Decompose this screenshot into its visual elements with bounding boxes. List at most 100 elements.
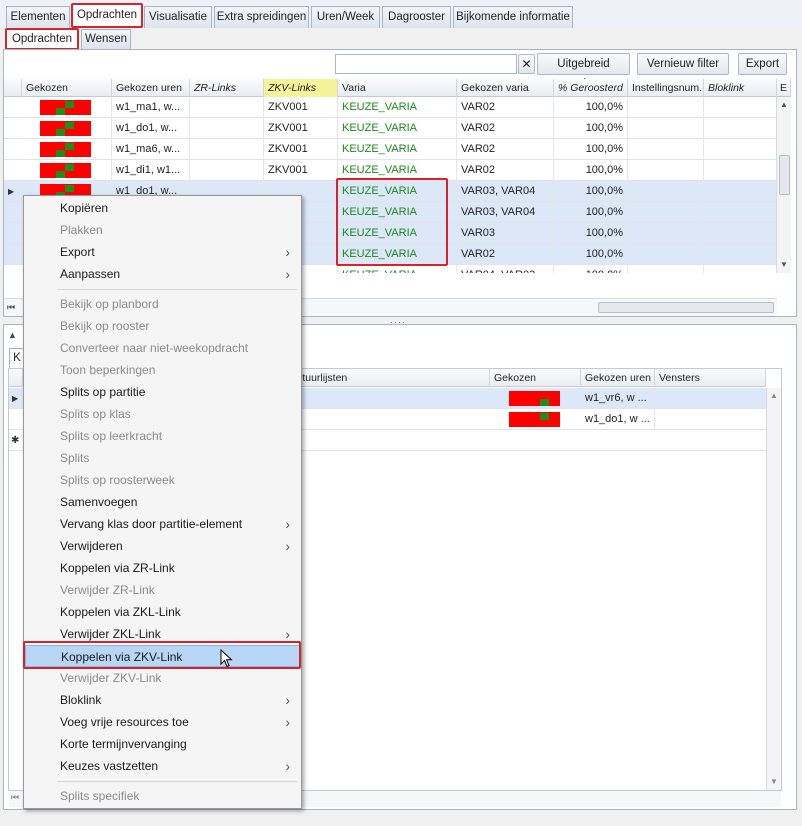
search-input[interactable] xyxy=(335,54,517,74)
menu-item-koppelen-via-zr-link[interactable]: Koppelen via ZR-Link xyxy=(25,557,300,579)
menu-item-splits[interactable]: Splits xyxy=(25,447,300,469)
menu-item-kopiëren[interactable]: Kopiëren xyxy=(25,197,300,219)
tab-visualisatie[interactable]: Visualisatie xyxy=(144,6,212,28)
refresh-filter-button[interactable]: Vernieuw filter xyxy=(637,53,729,75)
menu-item-splits-specifiek[interactable]: Splits specifiek xyxy=(25,785,300,807)
tab-extra-spreidingen[interactable]: Extra spreidingen xyxy=(214,6,309,28)
new-row-asterisk-icon: ✱ xyxy=(11,435,20,446)
menu-item-samenvoegen[interactable]: Samenvoegen xyxy=(25,491,300,513)
cell-bloklink xyxy=(704,244,777,265)
cell-gekozen-uren: w1_do1, w... xyxy=(112,118,190,139)
menu-item-keuzes-vastzetten[interactable]: Keuzes vastzetten › xyxy=(25,755,300,777)
submenu-arrow-icon: › xyxy=(285,266,290,282)
swatch-green-cell xyxy=(65,101,74,108)
cell-zr-links xyxy=(190,160,264,181)
menu-item-bekijk-op-planbord[interactable]: Bekijk op planbord xyxy=(25,293,300,315)
mouse-cursor-icon xyxy=(220,649,233,668)
submenu-arrow-icon: › xyxy=(285,714,290,730)
scroll-thumb[interactable] xyxy=(779,155,790,195)
menu-item-verwijder-zkv-link[interactable]: Verwijder ZKV-Link xyxy=(25,667,300,689)
col-varia[interactable]: Varia xyxy=(338,79,457,97)
col-vensters[interactable]: Vensters xyxy=(655,369,766,387)
menu-item-verwijder-zr-link[interactable]: Verwijder ZR-Link xyxy=(25,579,300,601)
top-grid-vscrollbar[interactable]: ▲ ▼ xyxy=(776,97,791,273)
menu-item-plakken[interactable]: Plakken xyxy=(25,219,300,241)
menu-item-label: Splits op klas xyxy=(60,407,131,421)
tab-uren-week[interactable]: Uren/Week xyxy=(311,6,380,28)
menu-item-label: Verwijder ZR-Link xyxy=(60,583,155,597)
bottom-first-record-icon[interactable]: ⏮ xyxy=(11,792,19,803)
col-bottom-gekozen-uren[interactable]: Gekozen uren xyxy=(581,369,655,387)
bottom-scroll-up-icon[interactable]: ▲ xyxy=(770,391,778,400)
cell-percent: 100,0% xyxy=(554,160,628,181)
menu-item-label: Samenvoegen xyxy=(60,495,138,509)
menu-item-label: Verwijder ZKL-Link xyxy=(60,627,161,641)
menu-item-label: Keuzes vastzetten xyxy=(60,759,159,773)
menu-item-splits-op-leerkracht[interactable]: Splits op leerkracht xyxy=(25,425,300,447)
cell-zr-links xyxy=(190,139,264,160)
menu-item-toon-beperkingen[interactable]: Toon beperkingen xyxy=(25,359,300,381)
menu-item-korte-termijnvervanging[interactable]: Korte termijnvervanging xyxy=(25,733,300,755)
menu-item-verwijder-zkl-link[interactable]: Verwijder ZKL-Link › xyxy=(25,623,300,645)
first-record-icon[interactable]: ⏮ xyxy=(7,302,15,313)
col-zkv-links[interactable]: ZKV-Links xyxy=(264,79,338,97)
cell-percent: 100,0% xyxy=(554,97,628,118)
menu-item-bekijk-op-rooster[interactable]: Bekijk op rooster xyxy=(25,315,300,337)
menu-item-export[interactable]: Export › xyxy=(25,241,300,263)
cell-gekozen-uren: w1_di1, w1... xyxy=(112,160,190,181)
menu-separator xyxy=(57,781,297,782)
menu-item-verwijderen[interactable]: Verwijderen › xyxy=(25,535,300,557)
cell-zkv-links: ZKV001 xyxy=(264,97,338,118)
table-row[interactable]: w1_do1, w... ZKV001 KEUZE_VARIA VAR02 100,0% xyxy=(4,118,777,139)
scroll-up-icon[interactable]: ▲ xyxy=(780,100,788,109)
context-menu: Kopiëren Plakken Export › Aanpassen › Bekijk o… xyxy=(23,195,302,809)
cell-zkv-links: ZKV001 xyxy=(264,139,338,160)
menu-item-splits-op-partitie[interactable]: Splits op partitie xyxy=(25,381,300,403)
menu-item-koppelen-via-zkv-link[interactable]: Koppelen via ZKV-Link xyxy=(25,645,300,667)
tab-dagrooster[interactable]: Dagrooster xyxy=(382,6,451,28)
collapse-chevron-icon[interactable]: ▲ xyxy=(8,330,17,340)
cell-gekozen-uren: w1_ma6, w... xyxy=(112,139,190,160)
col-percent-geroosterd[interactable]: % Geroosterd xyxy=(554,79,628,97)
menu-item-vervang-klas-door-partitie-element[interactable]: Vervang klas door partitie-element › xyxy=(25,513,300,535)
col-gekozen[interactable]: Gekozen xyxy=(22,79,112,97)
col-gekozen-varia[interactable]: Gekozen varia xyxy=(457,79,554,97)
table-row[interactable]: w1_ma6, w... ZKV001 KEUZE_VARIA VAR02 100,0% xyxy=(4,139,777,160)
col-bloklink[interactable]: Bloklink xyxy=(704,79,777,97)
scroll-down-icon[interactable]: ▼ xyxy=(780,260,788,269)
col-gekozen-uren[interactable]: Gekozen uren xyxy=(112,79,190,97)
table-row[interactable]: w1_ma1, w... ZKV001 KEUZE_VARIA VAR02 100,0% xyxy=(4,97,777,118)
advanced-search-button[interactable]: Uitgebreid zoeken xyxy=(537,53,630,90)
col-e[interactable]: E xyxy=(777,79,791,97)
menu-item-label: Splits specifiek xyxy=(60,789,140,803)
swatch-green-cell xyxy=(540,399,549,406)
col-zr-links[interactable]: ZR-Links xyxy=(190,79,264,97)
tab-opdrachten[interactable]: Opdrachten xyxy=(72,4,142,28)
cell-varia: KEUZE_VARIA xyxy=(338,160,457,181)
subtab-wensen[interactable]: Wensen xyxy=(81,29,131,49)
submenu-arrow-icon: › xyxy=(285,538,290,554)
menu-item-splits-op-klas[interactable]: Splits op klas xyxy=(25,403,300,425)
table-row[interactable]: w1_di1, w1... ZKV001 KEUZE_VARIA VAR02 100,0… xyxy=(4,160,777,181)
hscroll-thumb[interactable] xyxy=(598,302,774,313)
subtab-opdrachten[interactable]: Opdrachten xyxy=(6,29,78,49)
swatch-green-cell xyxy=(65,185,74,192)
menu-item-bloklink[interactable]: Bloklink › xyxy=(25,689,300,711)
menu-item-converteer-naar-niet-weekopdracht[interactable]: Converteer naar niet-weekopdracht xyxy=(25,337,300,359)
bottom-grid-vscrollbar[interactable]: ▲ ▼ xyxy=(766,388,781,790)
menu-item-label: Korte termijnvervanging xyxy=(60,737,187,751)
col-bottom-gekozen[interactable]: Gekozen xyxy=(490,369,581,387)
col-natuurlijsten[interactable]: artuurlijsten xyxy=(289,369,490,387)
col-instellingsnummer[interactable]: Instellingsnum... xyxy=(628,79,704,97)
export-button[interactable]: Export xyxy=(738,53,787,75)
menu-item-aanpassen[interactable]: Aanpassen › xyxy=(25,263,300,285)
menu-item-label: Plakken xyxy=(60,223,103,237)
tab-bijkomende-informatie[interactable]: Bijkomende informatie xyxy=(453,6,573,28)
menu-item-voeg-vrije-resources-toe[interactable]: Voeg vrije resources toe › xyxy=(25,711,300,733)
menu-item-splits-op-roosterweek[interactable]: Splits op roosterweek xyxy=(25,469,300,491)
clear-search-icon[interactable]: ✕ xyxy=(518,54,535,74)
bottom-scroll-down-icon[interactable]: ▼ xyxy=(770,777,778,786)
tab-elementen[interactable]: Elementen xyxy=(6,6,70,28)
menu-item-koppelen-via-zkl-link[interactable]: Koppelen via ZKL-Link xyxy=(25,601,300,623)
menu-item-label: Toon beperkingen xyxy=(60,363,156,377)
